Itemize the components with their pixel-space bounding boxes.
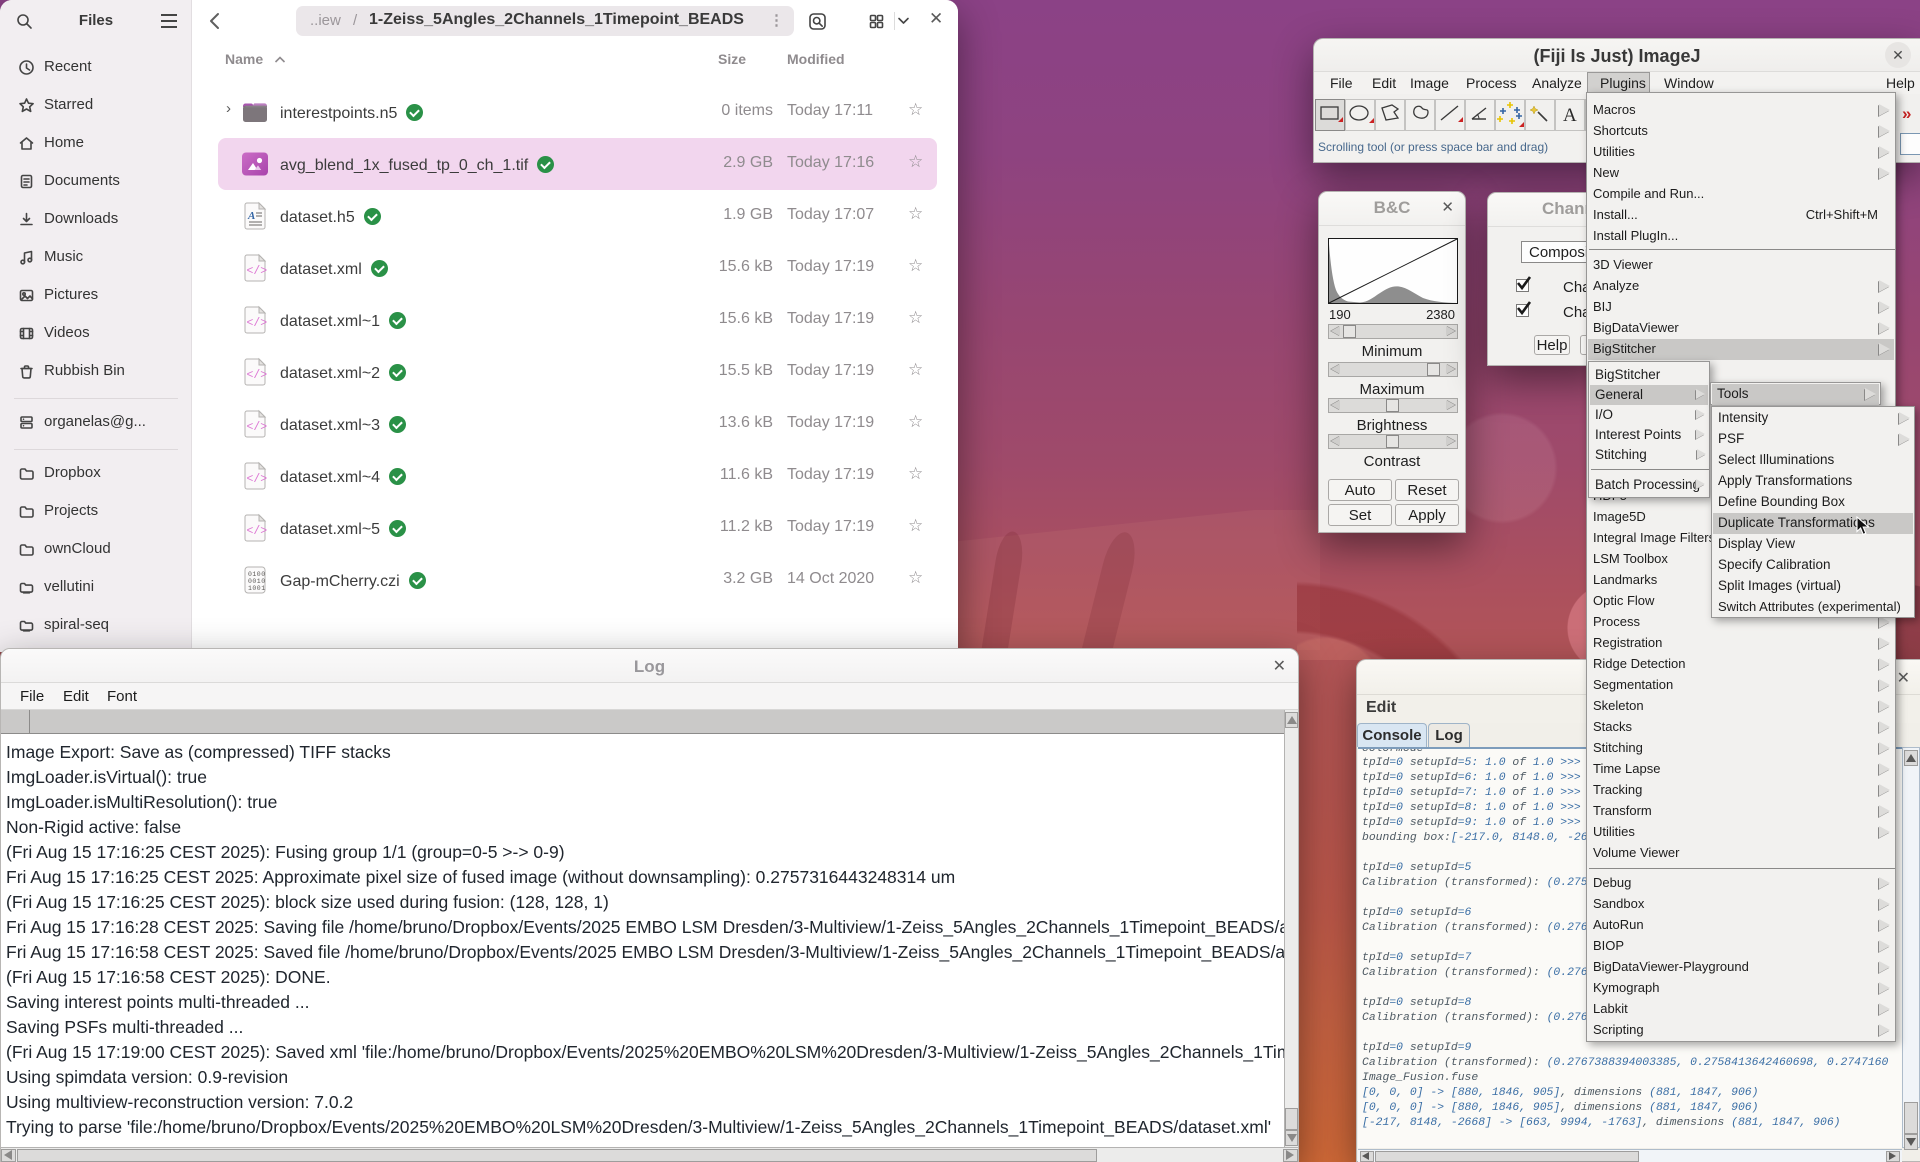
svg-text:</>: </> (247, 473, 268, 486)
svg-text:</>: </> (247, 369, 268, 382)
svg-text:</>: </> (247, 265, 268, 278)
svg-text:</>: </> (247, 525, 268, 538)
svg-text:A: A (247, 210, 255, 222)
svg-text:0010: 0010 (248, 578, 266, 585)
svg-text:</>: </> (247, 421, 268, 434)
svg-text:0100: 0100 (248, 571, 266, 578)
svg-text:</>: </> (247, 317, 268, 330)
svg-text:1001: 1001 (248, 585, 266, 592)
svg-text:A: A (1563, 105, 1577, 126)
